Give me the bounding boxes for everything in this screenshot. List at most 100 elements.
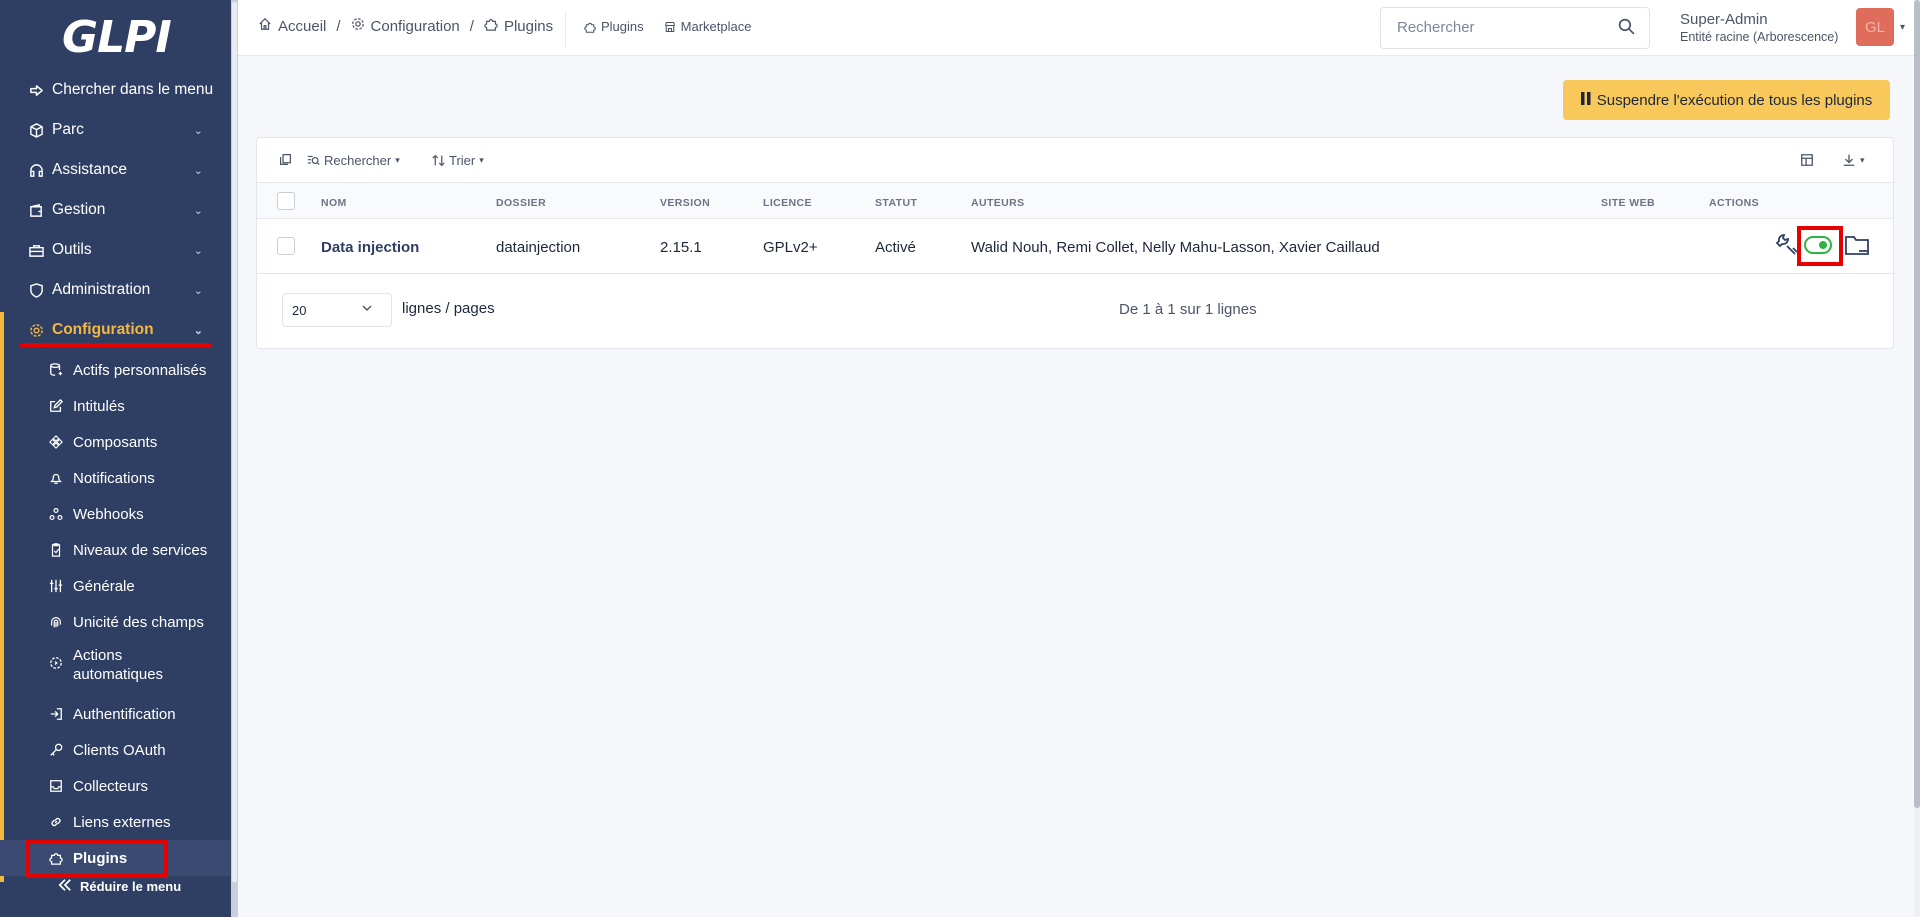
copy-icon[interactable] <box>279 153 292 166</box>
glpi-logo[interactable]: GLPI <box>62 12 172 63</box>
chevron-down-icon: ⌄ <box>193 245 203 257</box>
breadcrumb-plugins[interactable]: Plugins <box>504 18 553 35</box>
topbar: Accueil / Configuration / Plugins Plugin… <box>238 0 1914 56</box>
chevron-down-icon: ⌄ <box>193 205 203 217</box>
chevron-down-icon: ▾ <box>1860 154 1865 165</box>
sidebar-scrollbar-thumb[interactable] <box>232 2 237 882</box>
chevron-down-icon: ⌄ <box>193 165 203 177</box>
page-size-label: lignes / pages <box>402 300 495 317</box>
adjustments-icon <box>48 579 64 593</box>
global-search[interactable] <box>1380 7 1650 49</box>
sidebar-item-custom-assets[interactable]: Actifs personnalisés <box>0 352 231 388</box>
sidebar-item-webhooks[interactable]: Webhooks <box>0 496 231 532</box>
sidebar-item-outils[interactable]: Outils ⌄ <box>0 230 231 270</box>
chevron-down-icon: ▾ <box>479 155 484 165</box>
list-toolbar: Rechercher ▾ Trier ▾ ▾ <box>257 138 1893 183</box>
row-checkbox[interactable] <box>277 237 295 255</box>
arrow-right-icon <box>28 82 44 98</box>
results-count: De 1 à 1 sur 1 lignes <box>1119 301 1257 318</box>
sidebar-item-assistance[interactable]: Assistance ⌄ <box>0 150 231 190</box>
column-header-version[interactable]: VERSION <box>660 197 710 209</box>
sidebar-item-label: Liens externes <box>73 813 171 831</box>
sidebar-item-dropdowns[interactable]: Intitulés <box>0 388 231 424</box>
sidebar-item-label: Clients OAuth <box>73 741 166 759</box>
sidebar-item-field-unicity[interactable]: Unicité des champs <box>0 604 231 640</box>
column-header-license[interactable]: LICENCE <box>763 197 812 209</box>
sidebar-item-label: Actifs personnalisés <box>73 361 207 379</box>
webhook-icon <box>48 507 64 521</box>
plugins-list-card: Rechercher ▾ Trier ▾ ▾ NOM DOSSIER VERSI… <box>256 137 1894 349</box>
puzzle-icon <box>484 17 498 35</box>
suspend-all-plugins-button[interactable]: Suspendre l'exécution de tous les plugin… <box>1563 80 1890 120</box>
configuration-submenu: Actifs personnalisés Intitulés Composant… <box>0 352 231 876</box>
column-header-status[interactable]: STATUT <box>875 197 917 209</box>
sidebar-item-collectors[interactable]: Collecteurs <box>0 768 231 804</box>
page-scrollbar-thumb[interactable] <box>1914 0 1920 808</box>
chevron-down-icon <box>361 302 373 317</box>
sidebar-item-label: Collecteurs <box>73 777 149 795</box>
chevron-down-icon: ⌄ <box>193 325 203 337</box>
page-size-select[interactable]: 20 <box>282 293 392 327</box>
sidebar-item-administration[interactable]: Administration ⌄ <box>0 270 231 310</box>
inbox-icon <box>48 779 64 793</box>
sidebar: GLPI Chercher dans le menu Parc ⌄ Assist… <box>0 0 238 917</box>
sidebar-item-components[interactable]: Composants <box>0 424 231 460</box>
search-criteria-button[interactable]: Rechercher ▾ <box>307 153 400 168</box>
quick-link-plugins[interactable]: Plugins <box>584 19 644 34</box>
chevron-down-icon: ⌄ <box>193 285 203 297</box>
quick-link-label: Plugins <box>601 19 644 34</box>
sidebar-item-general[interactable]: Générale <box>0 568 231 604</box>
database-plus-icon <box>48 363 64 377</box>
headset-icon <box>28 162 44 178</box>
plugin-status: Activé <box>875 239 916 256</box>
search-criteria-label: Rechercher <box>324 153 392 168</box>
sidebar-item-search-menu[interactable]: Chercher dans le menu <box>0 70 231 110</box>
breadcrumb: Accueil / Configuration / Plugins <box>258 17 553 35</box>
breadcrumb-separator: / <box>336 17 341 35</box>
sidebar-item-automatic-actions[interactable]: Actions automatiques <box>0 640 231 696</box>
column-header-authors[interactable]: AUTEURS <box>971 197 1025 209</box>
chevron-down-icon: ⌄ <box>193 125 203 137</box>
quick-links: Plugins Marketplace <box>584 19 751 34</box>
plugin-name-link[interactable]: Data injection <box>321 239 419 256</box>
column-header-name[interactable]: NOM <box>321 197 347 209</box>
home-icon <box>258 17 272 35</box>
sidebar-item-label: Parc <box>52 121 84 138</box>
plugin-version: 2.15.1 <box>660 239 702 256</box>
column-header-website[interactable]: SITE WEB <box>1601 197 1655 209</box>
column-header-actions: ACTIONS <box>1709 197 1760 209</box>
search-input[interactable] <box>1397 19 1617 36</box>
sidebar-item-label: Unicité des champs <box>73 613 204 631</box>
reduce-menu-button[interactable]: Réduire le menu <box>58 878 181 895</box>
chevron-down-icon[interactable]: ▾ <box>1900 22 1905 33</box>
sidebar-item-authentication[interactable]: Authentification <box>0 696 231 732</box>
breadcrumb-configuration[interactable]: Configuration <box>371 18 460 35</box>
user-name[interactable]: Super-Admin <box>1680 11 1768 28</box>
search-icon[interactable] <box>1618 18 1635 40</box>
sidebar-item-parc[interactable]: Parc ⌄ <box>0 110 231 150</box>
table-layout-icon[interactable] <box>1800 153 1814 167</box>
reduce-menu-label: Réduire le menu <box>80 879 182 894</box>
sort-label: Trier <box>449 153 476 168</box>
sidebar-item-oauth-clients[interactable]: Clients OAuth <box>0 732 231 768</box>
sidebar-item-gestion[interactable]: Gestion ⌄ <box>0 190 231 230</box>
sidebar-item-label: Composants <box>73 433 158 451</box>
sidebar-item-external-links[interactable]: Liens externes <box>0 804 231 840</box>
briefcase-icon <box>28 242 44 258</box>
plugin-authors: Walid Nouh, Remi Collet, Nelly Mahu-Lass… <box>971 239 1380 256</box>
breadcrumb-home[interactable]: Accueil <box>278 18 326 35</box>
sidebar-item-service-levels[interactable]: Niveaux de services <box>0 532 231 568</box>
highlight-box-plugins <box>26 840 168 878</box>
store-icon <box>664 21 675 32</box>
avatar[interactable]: GL <box>1856 8 1894 46</box>
column-header-folder[interactable]: DOSSIER <box>496 197 546 209</box>
folder-icon[interactable] <box>1844 234 1870 261</box>
sort-button[interactable]: Trier ▾ <box>432 153 484 168</box>
sidebar-item-notifications[interactable]: Notifications <box>0 460 231 496</box>
edit-icon <box>48 399 64 413</box>
user-entity[interactable]: Entité racine (Arborescence) <box>1680 30 1838 44</box>
export-button[interactable]: ▾ <box>1842 153 1865 167</box>
select-all-checkbox[interactable] <box>277 192 295 210</box>
plugin-folder: datainjection <box>496 239 581 256</box>
quick-link-marketplace[interactable]: Marketplace <box>664 19 751 34</box>
